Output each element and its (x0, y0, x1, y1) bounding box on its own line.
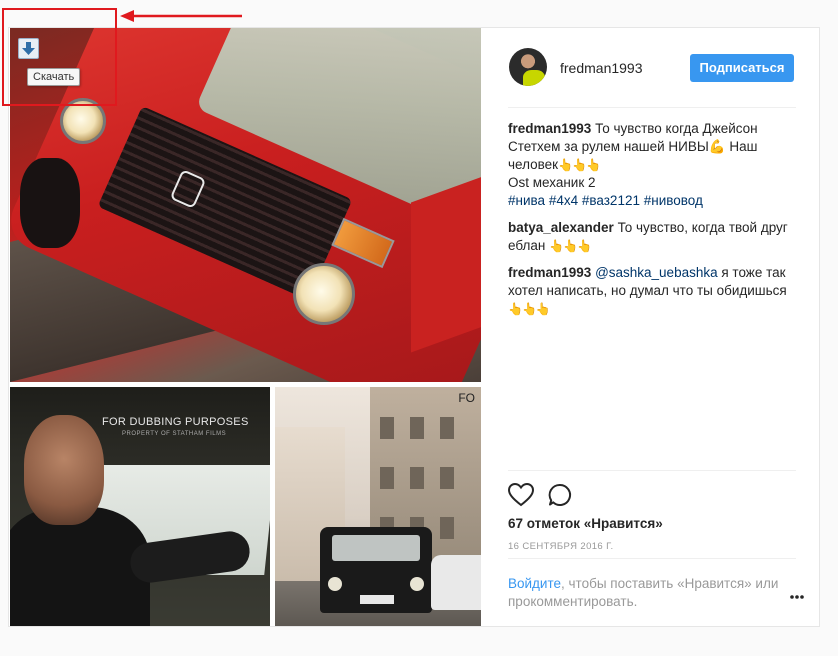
author-username[interactable]: fredman1993 (560, 60, 643, 76)
post-sidebar: fredman1993 Подписаться fredman1993 То ч… (489, 28, 819, 626)
comment-line2: Ost механик 2 (508, 175, 596, 190)
post-media: FOR DUBBING PURPOSES PROPERTY OF STATHAM… (10, 28, 481, 626)
comment-author[interactable]: batya_alexander (508, 220, 614, 235)
follow-button[interactable]: Подписаться (690, 54, 794, 82)
annotation-highlight-box (2, 8, 117, 106)
photo-street-niva[interactable]: FO (275, 387, 481, 626)
comment-author[interactable]: fredman1993 (508, 265, 591, 280)
pointing-emoji: 👆👆👆 (508, 302, 551, 316)
photo-statham-still[interactable]: FOR DUBBING PURPOSES PROPERTY OF STATHAM… (10, 387, 270, 626)
page: FOR DUBBING PURPOSES PROPERTY OF STATHAM… (0, 0, 838, 656)
annotation-arrow (120, 10, 242, 22)
pointing-emoji: 👆👆👆 (549, 239, 592, 253)
pointing-emoji: 👆👆👆 (558, 158, 601, 172)
hashtag-link[interactable]: #нива (508, 193, 545, 208)
instagram-post: FOR DUBBING PURPOSES PROPERTY OF STATHAM… (8, 27, 820, 627)
heart-outline-icon[interactable] (508, 483, 534, 507)
flex-emoji: 💪 (708, 139, 726, 154)
post-date: 16 СЕНТЯБРЯ 2016 Г. (508, 541, 614, 552)
hashtag-link[interactable]: #нивовод (644, 193, 703, 208)
mention-link[interactable]: @sashka_uebashka (595, 265, 718, 280)
login-link[interactable]: Войдите (508, 576, 561, 591)
still-subcaption: PROPERTY OF STATHAM FILMS (122, 431, 227, 437)
comment-bubble-icon[interactable] (548, 483, 572, 507)
login-prompt: Войдите, чтобы поставить «Нравится» или … (508, 558, 796, 611)
hashtag-link[interactable]: #4x4 (549, 193, 578, 208)
avatar[interactable] (509, 48, 547, 86)
comment-item: fredman1993 @sashka_uebashka я тоже так … (508, 264, 798, 318)
more-options-icon[interactable] (789, 594, 805, 600)
post-header: fredman1993 Подписаться (508, 42, 796, 108)
still-caption: FOR DUBBING PURPOSES (102, 416, 249, 428)
comment-item: batya_alexander То чувство, когда твой д… (508, 219, 798, 255)
post-actions: 67 отметок «Нравится» 16 СЕНТЯБРЯ 2016 Г… (508, 470, 796, 558)
likes-count[interactable]: 67 отметок «Нравится» (508, 516, 663, 531)
comment-item: fredman1993 То чувство когда Джейсон Сте… (508, 120, 798, 210)
comment-author[interactable]: fredman1993 (508, 121, 591, 136)
sign-text: FO (458, 391, 475, 405)
comments-list: fredman1993 То чувство когда Джейсон Сте… (508, 120, 798, 327)
hashtag-link[interactable]: #ваз2121 (582, 193, 640, 208)
